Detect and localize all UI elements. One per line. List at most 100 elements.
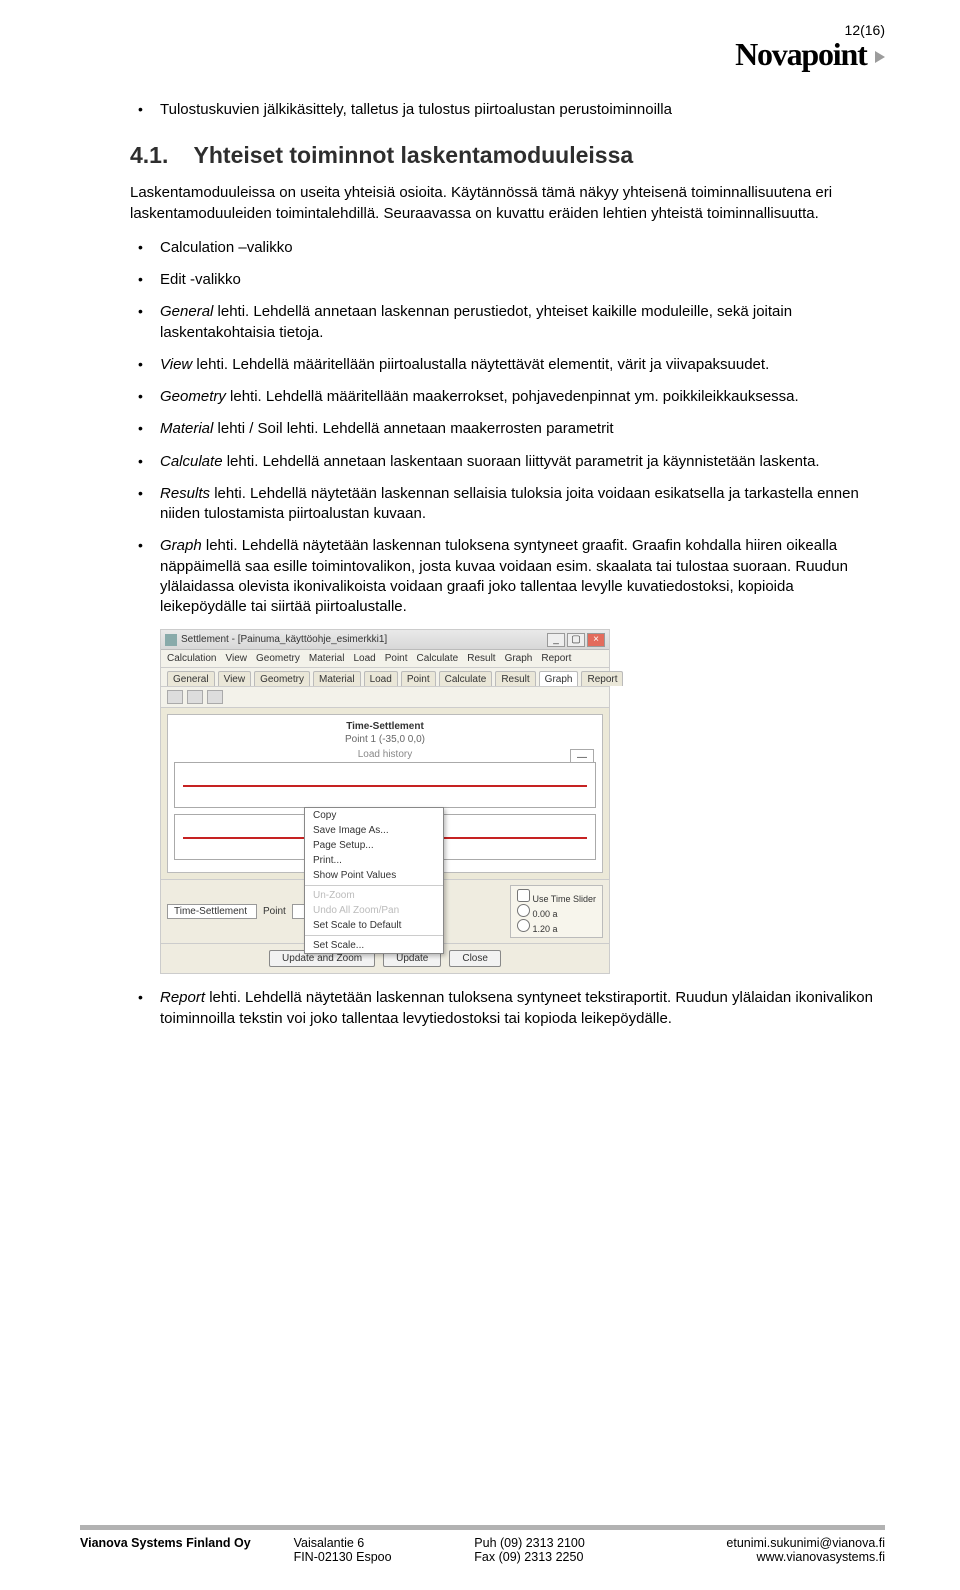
list-item-rest: lehti. Lehdellä määritellään maakerrokse… bbox=[226, 388, 799, 405]
list-item-em: Graph bbox=[160, 537, 202, 554]
menu-item[interactable]: View bbox=[225, 653, 247, 664]
menu-item[interactable]: Load bbox=[353, 653, 375, 664]
list-item-rest: lehti. Lehdellä näytetään laskennan tulo… bbox=[160, 537, 848, 615]
tab-view[interactable]: View bbox=[218, 671, 252, 686]
list-item-rest: lehti. Lehdellä määritellään piirtoalust… bbox=[192, 356, 769, 373]
menu-item[interactable]: Point bbox=[385, 653, 408, 664]
context-menu-item[interactable]: Save Image As... bbox=[305, 823, 443, 838]
menu-bar: Calculation View Geometry Material Load Point… bbox=[161, 650, 609, 668]
list-item-em: General bbox=[160, 303, 213, 320]
list-item: General lehti. Lehdellä annetaan laskenn… bbox=[160, 302, 880, 343]
list-item-rest: lehti. Lehdellä näytetään laskennan sell… bbox=[160, 485, 859, 522]
list-item-rest: lehti. Lehdellä annetaan laskentaan suor… bbox=[223, 453, 820, 470]
context-menu-item[interactable]: Page Setup... bbox=[305, 838, 443, 853]
graph-type-combo[interactable]: Time-Settlement bbox=[167, 904, 257, 919]
list-item: Report lehti. Lehdellä näytetään laskenn… bbox=[160, 988, 880, 1029]
list-item: Results lehti. Lehdellä näytetään lasken… bbox=[160, 484, 880, 525]
time-value-1: 0.00 a bbox=[532, 909, 557, 919]
context-menu-item: Undo All Zoom/Pan bbox=[305, 903, 443, 918]
toolbar bbox=[161, 686, 609, 708]
list-item: View lehti. Lehdellä määritellään piirto… bbox=[160, 355, 880, 375]
load-history-label: Load history bbox=[174, 749, 596, 760]
menu-item[interactable]: Result bbox=[467, 653, 495, 664]
menu-item[interactable]: Calculate bbox=[417, 653, 459, 664]
logo-arrow-icon bbox=[875, 51, 885, 63]
menu-item[interactable]: Graph bbox=[505, 653, 533, 664]
context-menu-item[interactable]: Show Point Values bbox=[305, 868, 443, 883]
window-title: Settlement - [Painuma_käyttöohje_esimerk… bbox=[181, 634, 547, 645]
list-item: Calculation –valikko bbox=[160, 238, 880, 258]
context-menu-item[interactable]: Copy bbox=[305, 808, 443, 823]
menu-item[interactable]: Geometry bbox=[256, 653, 300, 664]
footer-email: etunimi.sukunimi@vianova.fi bbox=[671, 1536, 885, 1550]
menu-item[interactable]: Calculation bbox=[167, 653, 216, 664]
after-image-list: Report lehti. Lehdellä näytetään laskenn… bbox=[130, 988, 880, 1029]
menu-item[interactable]: Material bbox=[309, 653, 345, 664]
list-item-em: Report bbox=[160, 989, 205, 1006]
chart-upper[interactable] bbox=[174, 762, 596, 808]
footer-addr2: FIN-02130 Espoo bbox=[294, 1550, 475, 1564]
time-slider-checkbox[interactable] bbox=[517, 889, 530, 902]
tab-geometry[interactable]: Geometry bbox=[254, 671, 310, 686]
point-label: Point bbox=[263, 906, 286, 917]
toolbar-save-icon[interactable] bbox=[167, 690, 183, 704]
footer-addr1: Vaisalantie 6 bbox=[294, 1536, 475, 1550]
tab-general[interactable]: General bbox=[167, 671, 215, 686]
context-menu-item: Un-Zoom bbox=[305, 888, 443, 903]
time-slider-label: Use Time Slider bbox=[532, 894, 596, 904]
tab-material[interactable]: Material bbox=[313, 671, 361, 686]
main-bullet-list: Calculation –valikko Edit -valikko General… bbox=[130, 238, 880, 618]
tab-bar: GeneralViewGeometryMaterialLoadPointCalc… bbox=[161, 668, 609, 686]
embedded-screenshot: Settlement - [Painuma_käyttöohje_esimerk… bbox=[160, 629, 610, 974]
logo: Novapoint bbox=[735, 36, 885, 73]
section-title: Yhteiset toiminnot laskentamoduuleissa bbox=[194, 142, 634, 168]
context-menu-item[interactable]: Set Scale to Default bbox=[305, 918, 443, 933]
list-item: Calculate lehti. Lehdellä annetaan laske… bbox=[160, 452, 880, 472]
menu-item[interactable]: Report bbox=[541, 653, 571, 664]
close-button[interactable]: × bbox=[587, 633, 605, 647]
footer-company: Vianova Systems Finland Oy bbox=[80, 1536, 294, 1564]
tab-result[interactable]: Result bbox=[495, 671, 535, 686]
plot-pane: Time-Settlement Point 1 (-35,0 0,0) — Lo… bbox=[167, 714, 603, 873]
tab-calculate[interactable]: Calculate bbox=[439, 671, 493, 686]
toolbar-export-icon[interactable] bbox=[207, 690, 223, 704]
time-radio-2[interactable] bbox=[517, 919, 530, 932]
list-item-em: View bbox=[160, 356, 192, 373]
minimize-button[interactable]: _ bbox=[547, 633, 565, 647]
list-item-rest: lehti. Lehdellä näytetään laskennan tulo… bbox=[160, 989, 873, 1026]
pre-heading-list: Tulostuskuvien jälkikäsittely, talletus … bbox=[130, 100, 880, 120]
list-item-em: Geometry bbox=[160, 388, 226, 405]
close-button[interactable]: Close bbox=[449, 950, 501, 967]
list-item: Edit -valikko bbox=[160, 270, 880, 290]
footer-phone1: Puh (09) 2313 2100 bbox=[474, 1536, 671, 1550]
intro-paragraph: Laskentamoduuleissa on useita yhteisiä o… bbox=[130, 183, 880, 224]
list-item-em: Material bbox=[160, 420, 213, 437]
list-item-rest: lehti. Lehdellä annetaan laskennan perus… bbox=[160, 303, 792, 340]
tab-report[interactable]: Report bbox=[581, 671, 623, 686]
section-heading: 4.1. Yhteiset toiminnot laskentamoduulei… bbox=[130, 142, 880, 169]
context-menu-item[interactable]: Set Scale... bbox=[305, 938, 443, 953]
logo-text: Novapoint bbox=[735, 36, 866, 72]
list-item: Geometry lehti. Lehdellä määritellään ma… bbox=[160, 387, 880, 407]
page-content: Tulostuskuvien jälkikäsittely, talletus … bbox=[0, 0, 960, 1029]
tab-graph[interactable]: Graph bbox=[539, 671, 579, 686]
time-value-2: 1.20 a bbox=[532, 924, 557, 934]
tab-load[interactable]: Load bbox=[364, 671, 398, 686]
app-icon bbox=[165, 634, 177, 646]
tab-point[interactable]: Point bbox=[401, 671, 436, 686]
footer-phone2: Fax (09) 2313 2250 bbox=[474, 1550, 671, 1564]
context-menu: CopySave Image As...Page Setup...Print..… bbox=[304, 807, 444, 954]
plot-title: Time-Settlement bbox=[174, 721, 596, 732]
toolbar-copy-icon[interactable] bbox=[187, 690, 203, 704]
footer-web: www.vianovasystems.fi bbox=[671, 1550, 885, 1564]
list-item: Graph lehti. Lehdellä näytetään laskenna… bbox=[160, 536, 880, 617]
list-item-em: Calculate bbox=[160, 453, 223, 470]
list-item: Tulostuskuvien jälkikäsittely, talletus … bbox=[160, 100, 880, 120]
time-slider-box: Use Time Slider 0.00 a 1.20 a bbox=[510, 885, 603, 938]
plot-area: — Load history CopySave Image As...Page … bbox=[174, 749, 596, 860]
footer-address: Vaisalantie 6 FIN-02130 Espoo bbox=[294, 1536, 475, 1564]
context-menu-item[interactable]: Print... bbox=[305, 853, 443, 868]
maximize-button[interactable]: ▢ bbox=[567, 633, 585, 647]
plot-subtitle: Point 1 (-35,0 0,0) bbox=[174, 734, 596, 745]
time-radio-1[interactable] bbox=[517, 904, 530, 917]
